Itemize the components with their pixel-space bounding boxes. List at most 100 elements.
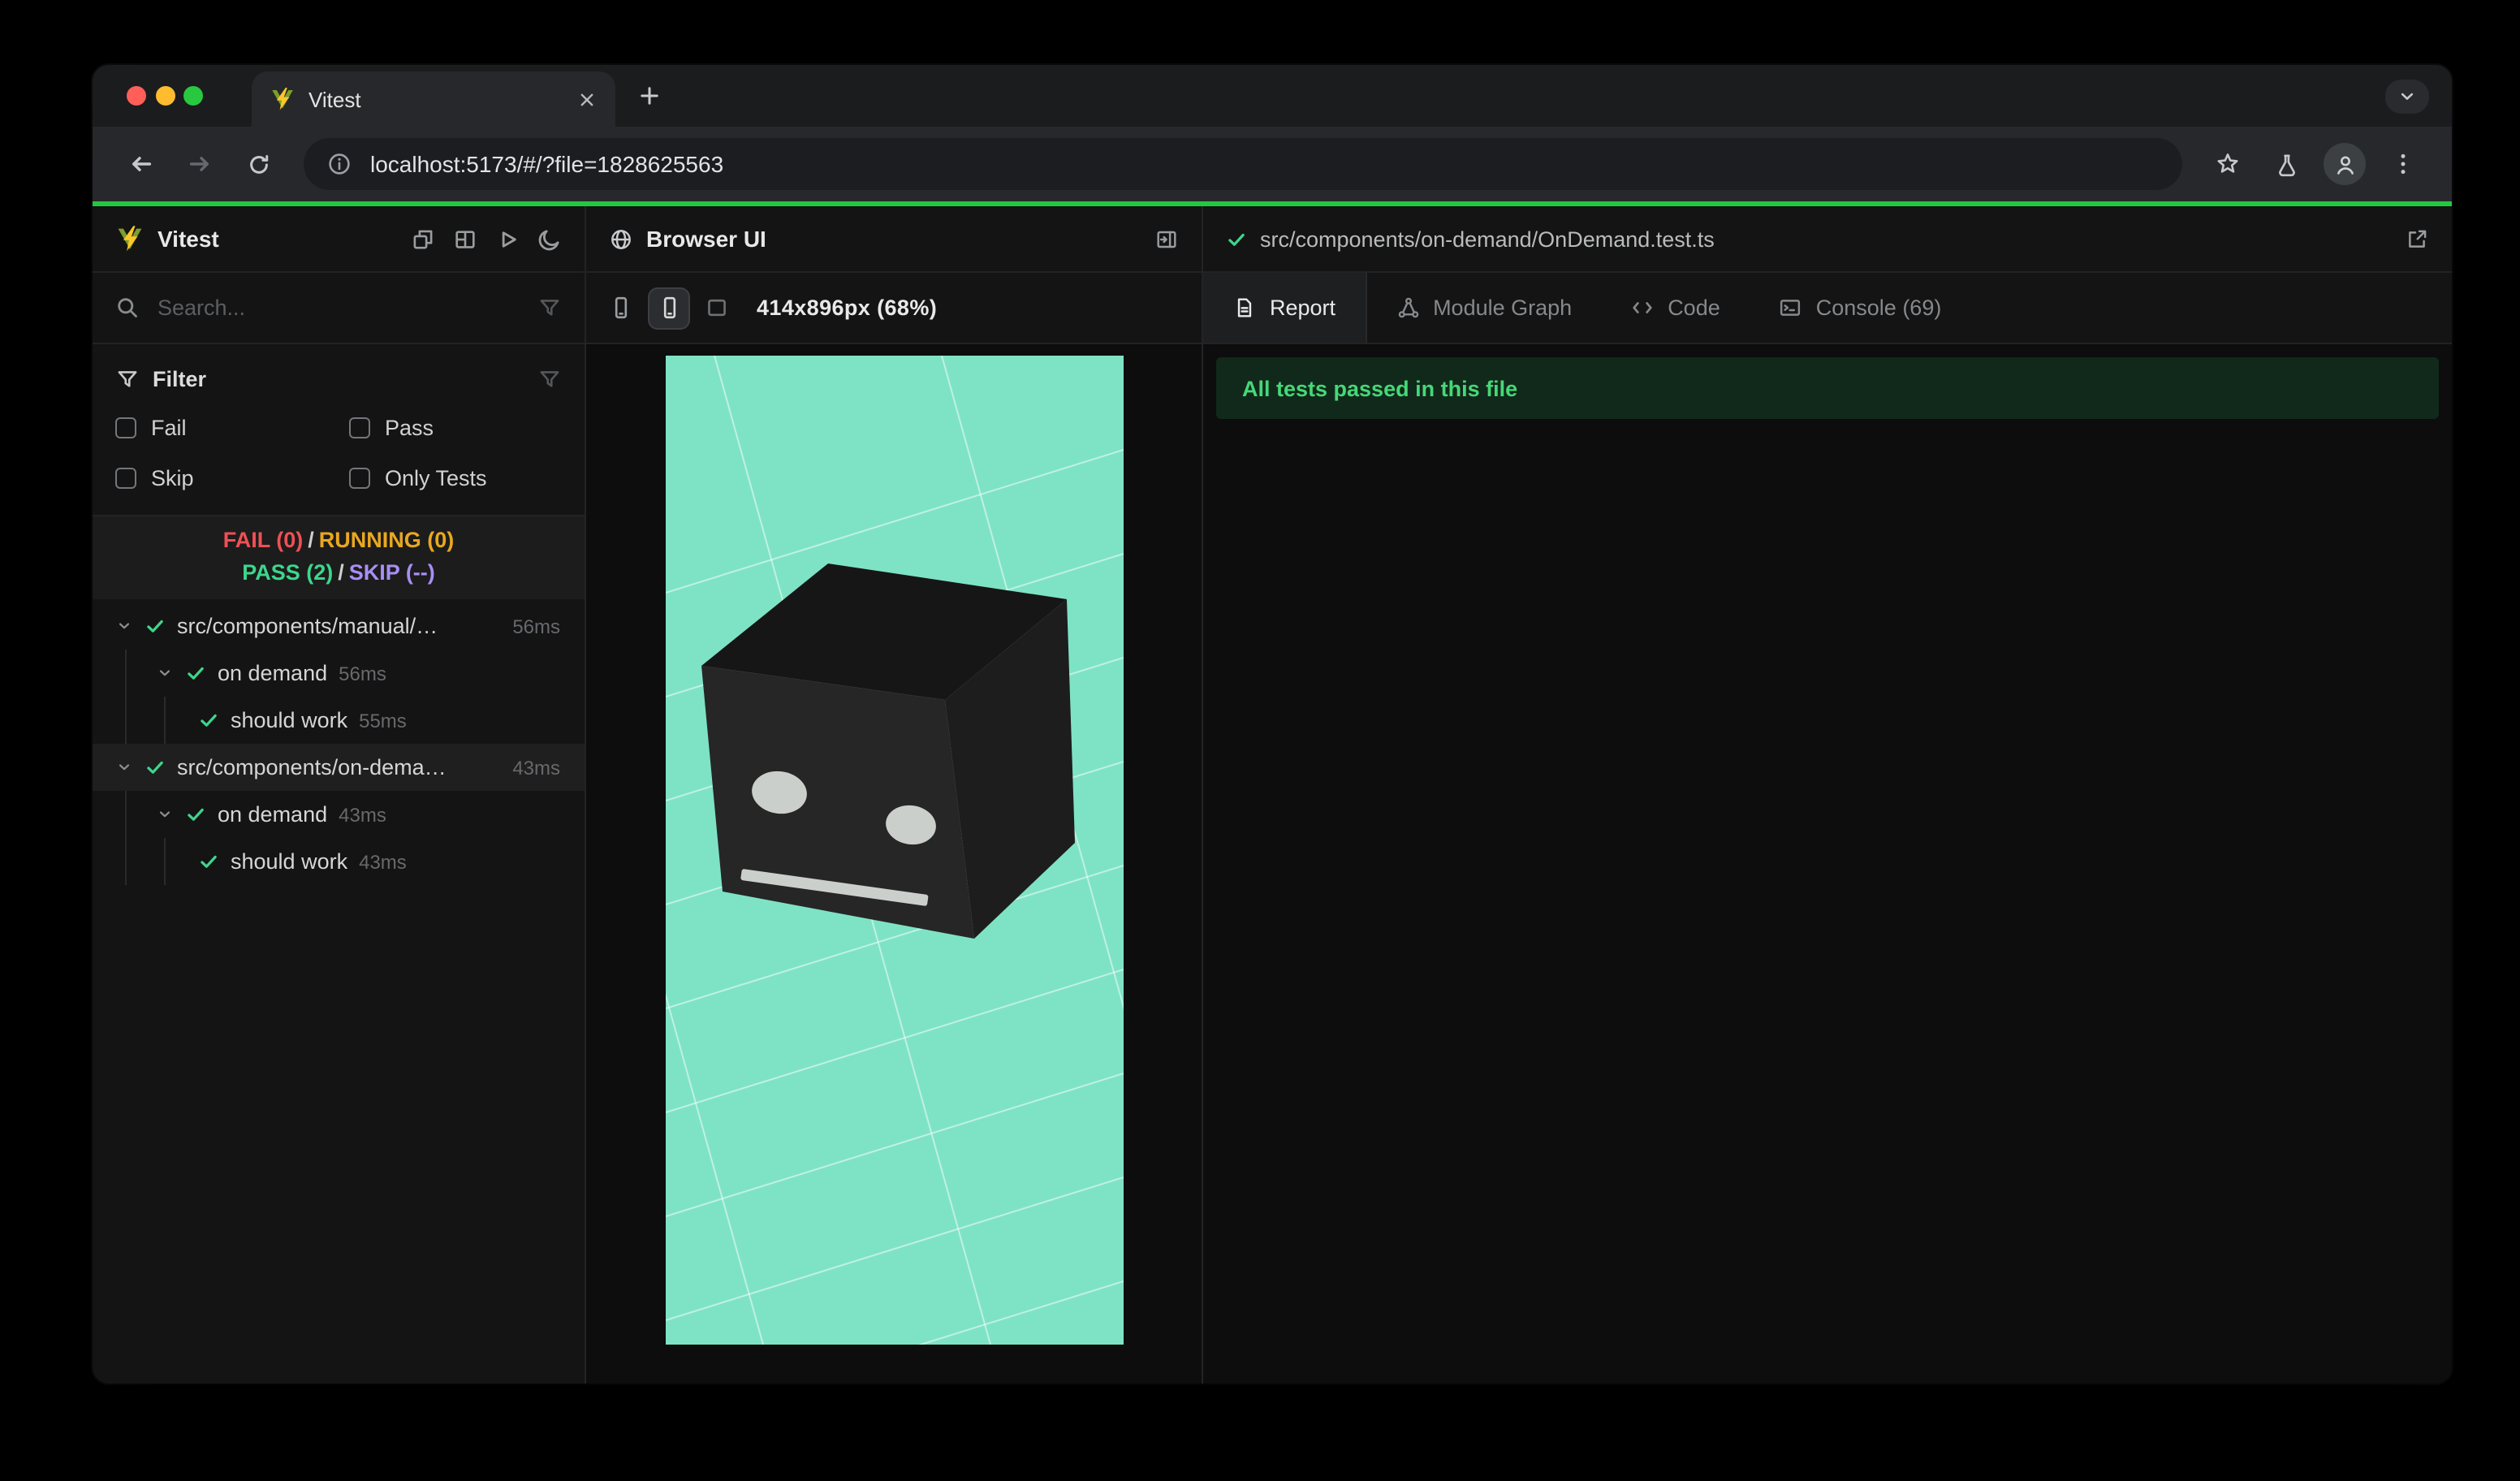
chevron-down-icon[interactable]: [115, 617, 133, 635]
zoom-window-button[interactable]: [183, 86, 203, 106]
report-content: All tests passed in this file: [1203, 344, 2452, 1384]
back-icon: [128, 151, 154, 177]
browser-viewport[interactable]: [665, 356, 1123, 1345]
tab-label: Module Graph: [1433, 296, 1573, 320]
report-header: src/components/on-demand/OnDemand.test.t…: [1203, 206, 2452, 273]
search-input[interactable]: [154, 294, 523, 322]
fail-count: FAIL (0): [222, 528, 304, 552]
console-icon: [1779, 296, 1803, 320]
running-count: RUNNING (0): [318, 528, 455, 552]
bookmark-button[interactable]: [2200, 136, 2255, 192]
tab-module-graph[interactable]: Module Graph: [1366, 273, 1601, 343]
run-all-icon[interactable]: [495, 227, 520, 251]
tree-test-row[interactable]: should work 43ms: [93, 838, 585, 885]
clear-filter-icon[interactable]: [537, 366, 562, 391]
chevron-down-icon[interactable]: [156, 664, 174, 682]
check-icon: [145, 757, 166, 778]
phone-icon: [609, 296, 633, 320]
report-doc-icon: [1232, 296, 1257, 320]
funnel-icon: [115, 366, 140, 391]
tab-console[interactable]: Console (69): [1750, 273, 1971, 343]
tree-suite-row[interactable]: on demand 56ms: [93, 650, 585, 697]
external-link-icon: [2405, 227, 2429, 251]
star-icon: [2215, 151, 2241, 177]
tree-guide: [125, 791, 127, 885]
filter-option-fail[interactable]: Fail: [115, 411, 349, 443]
tree-guide: [125, 650, 127, 744]
tree-file-row[interactable]: src/components/on-dema… 43ms: [93, 744, 585, 791]
viewport-area: [586, 344, 1202, 1384]
tab-close-icon[interactable]: [576, 89, 598, 110]
filter-title: Filter: [153, 366, 207, 391]
minimize-window-button[interactable]: [155, 86, 175, 106]
labs-button[interactable]: [2259, 136, 2314, 192]
site-info-icon[interactable]: [326, 151, 352, 177]
tab-search-button[interactable]: [2385, 79, 2429, 113]
sidebar-header: Vitest: [93, 206, 585, 273]
skip-count: SKIP (--): [348, 560, 435, 585]
chevron-down-icon: [2397, 85, 2418, 106]
filter-option-skip[interactable]: Skip: [115, 461, 349, 494]
search-row: [93, 273, 585, 344]
check-icon: [145, 615, 166, 637]
file-name: src/components/manual/…: [177, 614, 438, 638]
module-graph-icon: [1396, 296, 1420, 320]
tab-label: Report: [1270, 296, 1336, 320]
pass-count: PASS (2): [242, 560, 334, 585]
forward-button[interactable]: [172, 136, 227, 192]
close-window-button[interactable]: [127, 86, 146, 106]
chevron-down-icon[interactable]: [115, 758, 133, 776]
tab-label: Code: [1668, 296, 1720, 320]
desktop: Vitest localhost:5173/#/?file=1828625563: [0, 0, 2520, 1481]
browser-menu-button[interactable]: [2375, 136, 2431, 192]
kebab-menu-icon: [2390, 151, 2416, 177]
globe-icon: [609, 227, 633, 251]
new-tab-button[interactable]: [636, 83, 662, 109]
filter-option-only-tests[interactable]: Only Tests: [349, 461, 562, 494]
check-icon: [198, 710, 219, 731]
check-icon: [198, 851, 219, 872]
device-rotate-button-active[interactable]: [648, 287, 690, 329]
suite-name: on demand: [218, 661, 328, 685]
checkbox-only-tests[interactable]: [349, 467, 370, 488]
viewport-size-label: 414x896px (68%): [757, 296, 938, 320]
test-name: should work: [231, 708, 348, 732]
checkbox-pass[interactable]: [349, 417, 370, 438]
browser-ui-header: Browser UI: [586, 206, 1202, 273]
report-panel: src/components/on-demand/OnDemand.test.t…: [1203, 206, 2452, 1384]
file-name: src/components/on-dema…: [177, 755, 447, 779]
tab-code[interactable]: Code: [1601, 273, 1750, 343]
tab-report[interactable]: Report: [1203, 273, 1367, 343]
checkbox-fail[interactable]: [115, 417, 136, 438]
summary-line-1: FAIL (0) / RUNNING (0): [93, 525, 585, 557]
device-phone-button[interactable]: [609, 296, 633, 320]
collapse-windows-icon[interactable]: [411, 227, 435, 251]
device-tablet-button[interactable]: [705, 296, 729, 320]
address-bar[interactable]: localhost:5173/#/?file=1828625563: [304, 138, 2182, 190]
reload-button[interactable]: [231, 136, 286, 192]
dock-panel-button[interactable]: [1154, 227, 1179, 251]
profile-button[interactable]: [2324, 143, 2366, 185]
checkbox-skip[interactable]: [115, 467, 136, 488]
url-text: localhost:5173/#/?file=1828625563: [370, 151, 724, 177]
code-icon: [1630, 296, 1655, 320]
browser-tab[interactable]: Vitest: [252, 71, 615, 127]
back-button[interactable]: [114, 136, 169, 192]
filter-label: Only Tests: [385, 465, 487, 490]
tested-page-scene: [665, 356, 1123, 1345]
tree-test-row[interactable]: should work 55ms: [93, 697, 585, 744]
chevron-down-icon[interactable]: [156, 805, 174, 823]
tree-suite-row[interactable]: on demand 43ms: [93, 791, 585, 838]
theme-toggle-moon-icon[interactable]: [537, 227, 562, 251]
browser-tab-strip: Vitest: [93, 65, 2452, 127]
browser-toolbar: localhost:5173/#/?file=1828625563: [93, 127, 2452, 201]
filter-label: Pass: [385, 415, 434, 439]
test-summary: FAIL (0) / RUNNING (0) PASS (2) / SKIP (--): [93, 516, 585, 599]
filter-option-pass[interactable]: Pass: [349, 411, 562, 443]
filter-icon[interactable]: [537, 296, 562, 320]
tablet-icon: [705, 296, 729, 320]
vitest-logo-icon: [115, 224, 145, 253]
tree-file-row[interactable]: src/components/manual/… 56ms: [93, 602, 585, 650]
dashboard-icon[interactable]: [453, 227, 477, 251]
open-in-editor-button[interactable]: [2405, 227, 2429, 251]
